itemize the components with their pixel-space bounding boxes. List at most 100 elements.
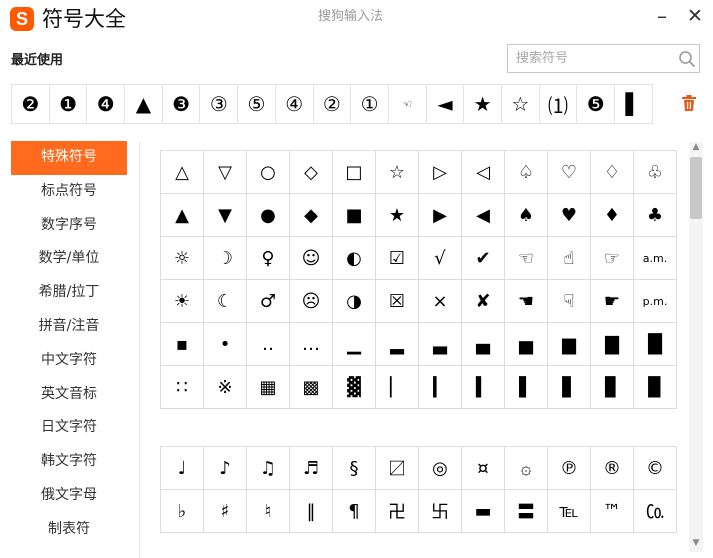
symbol-cell[interactable]: ▦ bbox=[246, 365, 290, 409]
recent-symbol[interactable]: ☆ bbox=[502, 85, 540, 123]
symbol-cell[interactable]: ◀ bbox=[461, 193, 505, 237]
symbol-cell[interactable]: ▆ bbox=[547, 322, 591, 366]
symbol-cell[interactable]: ★ bbox=[375, 193, 419, 237]
recent-symbol[interactable]: ⑴ bbox=[540, 85, 578, 123]
symbol-cell[interactable]: ☛ bbox=[590, 279, 634, 323]
symbol-cell[interactable]: ✘ bbox=[461, 279, 505, 323]
search-input[interactable] bbox=[508, 45, 676, 72]
symbol-cell[interactable]: √ bbox=[418, 236, 462, 280]
symbol-cell[interactable]: ¶ bbox=[332, 489, 376, 533]
symbol-cell[interactable]: ♠ bbox=[504, 193, 548, 237]
symbol-cell[interactable]: ▅ bbox=[504, 322, 548, 366]
category-item[interactable]: 拼音/注音 bbox=[11, 310, 127, 344]
category-item[interactable]: 制表符 bbox=[11, 513, 127, 547]
symbol-cell[interactable]: ▁ bbox=[332, 322, 376, 366]
symbol-cell[interactable]: ♭ bbox=[160, 489, 204, 533]
symbol-cell[interactable]: ▌ bbox=[504, 365, 548, 409]
symbol-cell[interactable]: ▪ bbox=[160, 322, 204, 366]
recent-symbol[interactable]: ③ bbox=[200, 85, 239, 123]
category-item[interactable]: 特殊符号 bbox=[11, 141, 127, 175]
recent-symbol[interactable]: ▌ bbox=[615, 85, 653, 123]
symbol-cell[interactable]: □ bbox=[332, 150, 376, 194]
symbol-cell[interactable]: × bbox=[418, 279, 462, 323]
symbol-cell[interactable]: ☟ bbox=[547, 279, 591, 323]
symbol-cell[interactable]: ▉ bbox=[633, 365, 677, 409]
recent-symbol[interactable]: ❶ bbox=[50, 85, 88, 123]
recent-symbol[interactable]: ④ bbox=[276, 85, 314, 123]
close-button[interactable]: ✕ bbox=[684, 5, 706, 27]
symbol-cell[interactable]: p.m. bbox=[633, 279, 677, 323]
symbol-cell[interactable]: ☀ bbox=[160, 279, 204, 323]
symbol-cell[interactable]: ▄ bbox=[461, 322, 505, 366]
symbol-cell[interactable]: ● bbox=[246, 193, 290, 237]
symbol-cell[interactable]: © bbox=[633, 446, 677, 490]
category-item[interactable]: 希腊/拉丁 bbox=[11, 276, 127, 310]
symbol-cell[interactable]: ☺ bbox=[289, 236, 333, 280]
symbol-cell[interactable]: ▏ bbox=[375, 365, 419, 409]
category-item[interactable]: 韩文字符 bbox=[11, 445, 127, 479]
symbol-cell[interactable]: ◑ bbox=[332, 279, 376, 323]
symbol-cell[interactable]: ㏇ bbox=[633, 489, 677, 533]
symbol-cell[interactable]: ♪ bbox=[203, 446, 247, 490]
category-item[interactable]: 中文字符 bbox=[11, 344, 127, 378]
symbol-cell[interactable]: ◎ bbox=[418, 446, 462, 490]
symbol-cell[interactable]: ◐ bbox=[332, 236, 376, 280]
symbol-cell[interactable]: ♧ bbox=[633, 150, 677, 194]
symbol-cell[interactable]: ▲ bbox=[160, 193, 204, 237]
recent-symbol[interactable]: ❸ bbox=[163, 85, 201, 123]
symbol-cell[interactable]: ® bbox=[590, 446, 634, 490]
symbol-cell[interactable]: ◇ bbox=[289, 150, 333, 194]
symbol-cell[interactable]: ✔ bbox=[461, 236, 505, 280]
symbol-cell[interactable]: ☑ bbox=[375, 236, 419, 280]
symbol-cell[interactable]: • bbox=[203, 322, 247, 366]
symbol-cell[interactable]: ▼ bbox=[203, 193, 247, 237]
category-item[interactable]: 日文字符 bbox=[11, 411, 127, 445]
symbol-cell[interactable]: ☽ bbox=[203, 236, 247, 280]
symbol-cell[interactable]: ۞ bbox=[504, 446, 548, 490]
symbol-cell[interactable]: 〓 bbox=[504, 489, 548, 533]
symbol-cell[interactable]: ∷ bbox=[160, 365, 204, 409]
symbol-cell[interactable]: ■ bbox=[332, 193, 376, 237]
category-item[interactable]: 标点符号 bbox=[11, 175, 127, 209]
symbol-cell[interactable]: ▩ bbox=[289, 365, 333, 409]
symbol-cell[interactable]: ♯ bbox=[203, 489, 247, 533]
symbol-cell[interactable]: ♩ bbox=[160, 446, 204, 490]
category-item[interactable]: 数学/单位 bbox=[11, 242, 127, 276]
symbol-cell[interactable]: ℗ bbox=[547, 446, 591, 490]
symbol-cell[interactable]: ♤ bbox=[504, 150, 548, 194]
symbol-cell[interactable]: ☹ bbox=[289, 279, 333, 323]
symbol-cell[interactable]: ※ bbox=[203, 365, 247, 409]
search-icon[interactable] bbox=[678, 50, 696, 68]
symbol-cell[interactable]: ‥ bbox=[246, 322, 290, 366]
scroll-up-arrow-icon[interactable]: ▲ bbox=[691, 142, 701, 152]
symbol-cell[interactable]: ▋ bbox=[547, 365, 591, 409]
scroll-down-arrow-icon[interactable]: ▼ bbox=[691, 538, 701, 548]
symbol-cell[interactable]: ▎ bbox=[418, 365, 462, 409]
recent-symbol[interactable]: ❷ bbox=[12, 85, 50, 123]
symbol-cell[interactable]: ™ bbox=[590, 489, 634, 533]
recent-symbol[interactable]: ① bbox=[351, 85, 389, 123]
symbol-cell[interactable]: ▷ bbox=[418, 150, 462, 194]
symbol-cell[interactable]: ▽ bbox=[203, 150, 247, 194]
symbol-cell[interactable]: ☆ bbox=[375, 150, 419, 194]
symbol-cell[interactable]: § bbox=[332, 446, 376, 490]
category-item[interactable]: 数字序号 bbox=[11, 209, 127, 243]
symbol-cell[interactable]: 卐 bbox=[418, 489, 462, 533]
symbol-cell[interactable]: ☝ bbox=[547, 236, 591, 280]
recent-symbol[interactable]: ❹ bbox=[87, 85, 126, 123]
symbol-cell[interactable]: ♫ bbox=[246, 446, 290, 490]
scrollbar-thumb[interactable] bbox=[690, 157, 702, 219]
symbol-cell[interactable]: ☚ bbox=[504, 279, 548, 323]
category-item[interactable]: 英文音标 bbox=[11, 378, 127, 412]
symbol-cell[interactable]: █ bbox=[633, 322, 677, 366]
symbol-cell[interactable]: ☞ bbox=[590, 236, 634, 280]
symbol-cell[interactable]: ▂ bbox=[375, 322, 419, 366]
symbol-cell[interactable]: ▊ bbox=[590, 365, 634, 409]
symbol-cell[interactable]: a.m. bbox=[633, 236, 677, 280]
symbol-cell[interactable]: ☜ bbox=[504, 236, 548, 280]
symbol-cell[interactable]: ◆ bbox=[289, 193, 333, 237]
recent-symbol[interactable]: ◄ bbox=[427, 85, 465, 123]
recent-symbol[interactable]: ② bbox=[314, 85, 352, 123]
symbol-cell[interactable]: 卍 bbox=[375, 489, 419, 533]
recent-symbol[interactable]: ▲ bbox=[125, 85, 163, 123]
